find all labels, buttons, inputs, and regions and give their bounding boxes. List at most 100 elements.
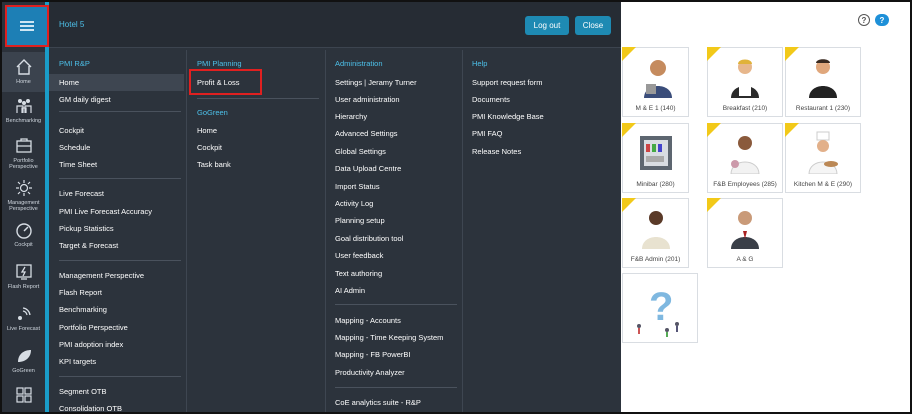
card-tag bbox=[785, 123, 799, 137]
rail-item-home[interactable]: Home bbox=[2, 52, 45, 92]
chat-bubble-icon[interactable]: ? bbox=[875, 14, 889, 26]
waitress-icon bbox=[731, 59, 759, 98]
menu-item-cockpit[interactable]: Cockpit bbox=[59, 126, 84, 135]
card-tag bbox=[622, 47, 636, 61]
menu-item-benchmarking[interactable]: Benchmarking bbox=[59, 305, 107, 314]
menu-item-advanced-settings[interactable]: Advanced Settings bbox=[335, 129, 398, 138]
chef-icon bbox=[808, 131, 838, 174]
menu-item-user-feedback[interactable]: User feedback bbox=[335, 251, 383, 260]
rail-item-management-perspective[interactable]: Management Perspective bbox=[2, 178, 45, 218]
menu-item-pmi-faq[interactable]: PMI FAQ bbox=[472, 129, 502, 138]
hamburger-menu-button[interactable] bbox=[5, 5, 49, 47]
menu-item-consolidation-otb[interactable]: Consolidation OTB bbox=[59, 404, 122, 413]
rail-item-gogreen[interactable]: GoGreen bbox=[2, 346, 45, 382]
menu-item-user-administration[interactable]: User administration bbox=[335, 95, 400, 104]
menu-item-release-notes[interactable]: Release Notes bbox=[472, 147, 521, 156]
menu-item-flash-report[interactable]: Flash Report bbox=[59, 288, 102, 297]
menu-item-coe-analytics[interactable]: CoE analytics suite - R&P bbox=[335, 398, 421, 407]
menu-item-task-bank[interactable]: Task bank bbox=[197, 160, 231, 169]
menu-item-mapping-fb-powerbi[interactable]: Mapping - FB PowerBI bbox=[335, 350, 410, 359]
minibar-icon bbox=[639, 136, 672, 170]
menu-divider bbox=[59, 376, 181, 377]
question-circle-icon[interactable]: ? bbox=[858, 14, 870, 26]
menu-item-gogreen-cockpit[interactable]: Cockpit bbox=[197, 143, 222, 152]
menu-item-gogreen-home[interactable]: Home bbox=[197, 126, 217, 135]
menu-item-live-forecast[interactable]: Live Forecast bbox=[59, 189, 104, 198]
hotel-name: Hotel 5 bbox=[59, 20, 85, 29]
section-heading-help: Help bbox=[472, 59, 488, 68]
menu-item-target-forecast[interactable]: Target & Forecast bbox=[59, 241, 118, 250]
card-fb-admin[interactable]: F&B Admin (201) bbox=[622, 198, 689, 268]
rail-item-flash-report[interactable]: Flash Report bbox=[2, 262, 45, 298]
card-tag bbox=[622, 123, 636, 137]
rail-item-cockpit[interactable]: Cockpit bbox=[2, 220, 45, 256]
card-tag bbox=[707, 47, 721, 61]
column-divider bbox=[325, 50, 326, 412]
menu-item-portfolio-perspective[interactable]: Portfolio Perspective bbox=[59, 323, 128, 332]
businessman-icon bbox=[731, 211, 759, 249]
column-divider bbox=[462, 50, 463, 412]
rail-item-benchmarking[interactable]: Benchmarking bbox=[2, 96, 45, 132]
menu-item-mapping-accounts[interactable]: Mapping - Accounts bbox=[335, 316, 401, 325]
menu-item-pickup-statistics[interactable]: Pickup Statistics bbox=[59, 224, 114, 233]
menu-item-documents[interactable]: Documents bbox=[472, 95, 510, 104]
menu-item-global-settings[interactable]: Global Settings bbox=[335, 147, 386, 156]
flash-icon bbox=[15, 264, 32, 280]
menu-item-pmi-adoption-index[interactable]: PMI adoption index bbox=[59, 340, 123, 349]
card-kitchen-m-e[interactable]: Kitchen M & E (290) bbox=[785, 123, 861, 193]
card-restaurant-1[interactable]: Restaurant 1 (230) bbox=[785, 47, 861, 117]
menu-item-hierarchy[interactable]: Hierarchy bbox=[335, 112, 367, 121]
navigation-menu-panel: Hotel 5 Log out Close PMI R&P Home GM da… bbox=[49, 2, 621, 413]
svg-text:?: ? bbox=[649, 285, 673, 329]
menu-item-planning-setup[interactable]: Planning setup bbox=[335, 216, 385, 225]
card-breakfast[interactable]: Breakfast (210) bbox=[707, 47, 783, 117]
admin-person-icon bbox=[641, 211, 670, 249]
card-minibar[interactable]: Minibar (280) bbox=[622, 123, 689, 193]
menu-item-support-request-form[interactable]: Support request form bbox=[472, 78, 542, 87]
menu-item-kpi-targets[interactable]: KPI targets bbox=[59, 357, 96, 366]
logout-button[interactable]: Log out bbox=[525, 16, 569, 35]
menu-item-gm-daily-digest[interactable]: GM daily digest bbox=[59, 95, 111, 104]
menu-item-time-sheet[interactable]: Time Sheet bbox=[59, 160, 97, 169]
card-unknown[interactable]: ? bbox=[622, 273, 698, 343]
menu-item-home[interactable]: Home bbox=[49, 74, 184, 91]
rail-item-label: Live Forecast bbox=[6, 326, 40, 332]
card-m-e-1[interactable]: M & E 1 (140) bbox=[622, 47, 689, 117]
rail-item-label: Home bbox=[16, 79, 31, 85]
rail-item-label: Portfolio Perspective bbox=[9, 158, 38, 170]
menu-item-text-authoring[interactable]: Text authoring bbox=[335, 269, 382, 278]
rail-item-label: Cockpit bbox=[14, 242, 33, 248]
menu-item-pmi-live-forecast-accuracy[interactable]: PMI Live Forecast Accuracy bbox=[59, 207, 152, 216]
menu-item-activity-log[interactable]: Activity Log bbox=[335, 199, 373, 208]
section-heading-gogreen: GoGreen bbox=[197, 108, 228, 117]
menu-divider bbox=[197, 98, 319, 99]
close-button[interactable]: Close bbox=[575, 16, 611, 35]
menu-item-management-perspective[interactable]: Management Perspective bbox=[59, 271, 144, 280]
menu-item-mapping-time-keeping[interactable]: Mapping - Time Keeping System bbox=[335, 333, 443, 342]
rail-item-grid[interactable] bbox=[2, 386, 45, 410]
menu-item-productivity-analyzer[interactable]: Productivity Analyzer bbox=[335, 368, 405, 377]
menu-item-schedule[interactable]: Schedule bbox=[59, 143, 90, 152]
rail-item-portfolio-perspective[interactable]: Portfolio Perspective bbox=[2, 136, 45, 176]
menu-item-ai-admin[interactable]: AI Admin bbox=[335, 286, 365, 295]
waiter-icon bbox=[809, 59, 837, 98]
card-tag bbox=[622, 198, 636, 212]
card-label: Kitchen M & E (290) bbox=[793, 181, 853, 188]
grid-icon bbox=[15, 387, 32, 403]
section-heading-pmi-rp: PMI R&P bbox=[59, 59, 90, 68]
menu-item-import-status[interactable]: Import Status bbox=[335, 182, 380, 191]
menu-item-segment-otb[interactable]: Segment OTB bbox=[59, 387, 107, 396]
section-heading-pmi-planning: PMI Planning bbox=[197, 59, 242, 68]
leaf-icon bbox=[17, 350, 31, 362]
card-fb-employees[interactable]: F&B Employees (285) bbox=[707, 123, 783, 193]
menu-item-goal-distribution-tool[interactable]: Goal distribution tool bbox=[335, 234, 403, 243]
rail-item-live-forecast[interactable]: Live Forecast bbox=[2, 304, 45, 340]
menu-item-data-upload-centre[interactable]: Data Upload Centre bbox=[335, 164, 401, 173]
menu-divider bbox=[335, 304, 457, 305]
top-right-icons: ? ? bbox=[858, 14, 889, 26]
portfolio-icon bbox=[15, 138, 32, 153]
menu-item-pmi-knowledge-base[interactable]: PMI Knowledge Base bbox=[472, 112, 544, 121]
question-people-icon: ? bbox=[637, 285, 679, 337]
card-a-g[interactable]: A & G bbox=[707, 198, 783, 268]
menu-item-settings[interactable]: Settings | Jeramy Turner bbox=[335, 78, 417, 87]
